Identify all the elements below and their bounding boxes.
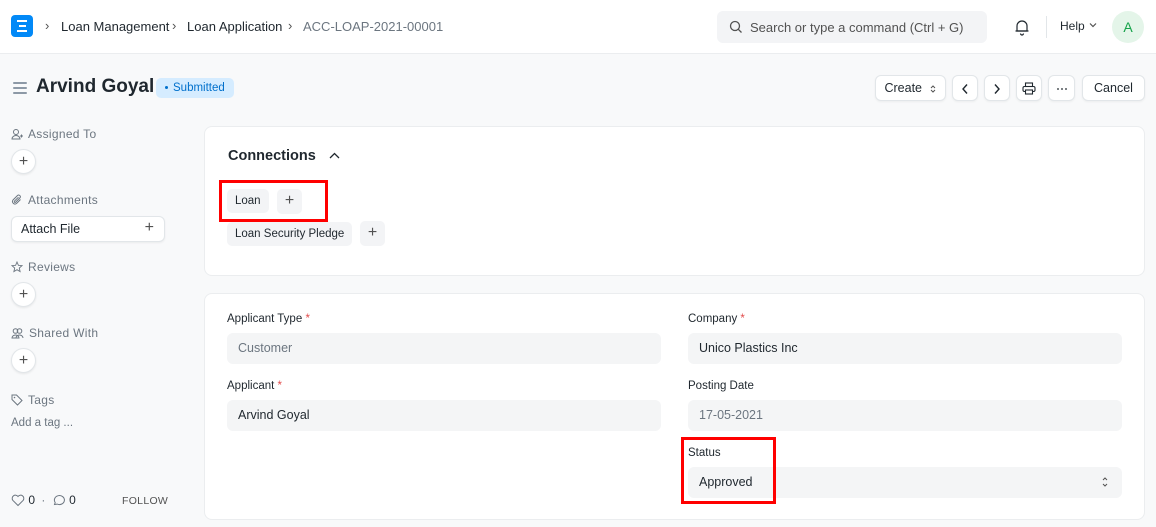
comment-icon[interactable] xyxy=(52,494,66,507)
tag-icon xyxy=(11,394,23,406)
chevron-right-icon: › xyxy=(172,18,177,33)
attach-file-button[interactable]: Attach File + xyxy=(11,216,165,242)
connections-card: Connections Loan + Loan Security Pledge … xyxy=(204,126,1145,276)
applicant-type-field[interactable]: Customer xyxy=(227,333,661,364)
required-marker: * xyxy=(277,380,282,392)
likes-count: 0 xyxy=(28,493,36,507)
connection-loan-security-pledge[interactable]: Loan Security Pledge xyxy=(227,222,353,246)
breadcrumb-loan-management[interactable]: Loan Management xyxy=(61,19,169,34)
star-icon xyxy=(10,260,24,273)
separator-dot: · xyxy=(41,493,46,507)
details-card: Applicant Type * Customer Applicant * Ar… xyxy=(204,293,1145,520)
user-plus-icon xyxy=(11,129,23,140)
navbar: › Loan Management › Loan Application › A… xyxy=(0,0,1156,54)
print-button[interactable] xyxy=(1016,75,1042,101)
paperclip-icon xyxy=(12,194,21,205)
required-marker: * xyxy=(740,313,745,325)
search-input[interactable]: Search or type a command (Ctrl + G) xyxy=(717,11,987,43)
applicant-label-text: Applicant xyxy=(227,380,275,392)
create-button-label: Create xyxy=(884,81,923,95)
chevron-left-icon xyxy=(962,83,968,94)
add-loan-security-pledge-button[interactable]: + xyxy=(360,221,385,246)
ellipsis-icon xyxy=(1056,87,1067,90)
status-select[interactable]: Approved xyxy=(688,467,1122,498)
shared-with-text: Shared With xyxy=(29,326,99,340)
heart-icon[interactable] xyxy=(11,494,25,507)
connections-title[interactable]: Connections xyxy=(228,148,316,164)
printer-icon xyxy=(1022,82,1036,95)
company-label: Company * xyxy=(688,313,745,325)
tags-text: Tags xyxy=(28,393,55,407)
posting-date-field[interactable]: 17-05-2021 xyxy=(688,400,1122,431)
status-badge: Submitted xyxy=(156,78,234,98)
app-logo[interactable] xyxy=(11,15,33,37)
shared-with-label: Shared With xyxy=(11,326,98,340)
more-actions-button[interactable] xyxy=(1048,75,1075,101)
posting-date-label: Posting Date xyxy=(688,380,754,392)
create-button[interactable]: Create xyxy=(875,75,946,101)
previous-doc-button[interactable] xyxy=(952,75,978,101)
sidebar-toggle-icon[interactable] xyxy=(13,82,27,97)
search-icon xyxy=(729,20,742,33)
divider xyxy=(1046,16,1047,38)
page-title: Arvind Goyal xyxy=(36,76,155,97)
select-arrows-icon xyxy=(930,84,935,93)
assigned-to-text: Assigned To xyxy=(28,127,97,141)
chevron-right-icon: › xyxy=(288,18,293,33)
user-avatar[interactable]: A xyxy=(1112,11,1144,43)
assigned-to-label: Assigned To xyxy=(11,127,96,141)
breadcrumb-loan-application[interactable]: Loan Application xyxy=(187,19,282,34)
connection-loan[interactable]: Loan xyxy=(227,189,269,213)
applicant-label: Applicant * xyxy=(227,380,282,392)
bell-icon[interactable] xyxy=(1014,18,1030,36)
status-badge-label: Submitted xyxy=(173,82,225,94)
users-icon xyxy=(11,328,24,339)
company-field[interactable]: Unico Plastics Inc xyxy=(688,333,1122,364)
select-arrows-icon xyxy=(1102,477,1108,487)
add-review-button[interactable]: + xyxy=(11,282,36,307)
help-menu[interactable]: Help xyxy=(1060,19,1085,33)
reviews-label: Reviews xyxy=(10,260,76,274)
chevron-right-icon: › xyxy=(45,18,50,33)
attachments-text: Attachments xyxy=(28,193,98,207)
comments-count: 0 xyxy=(69,493,76,507)
tags-label: Tags xyxy=(11,393,55,407)
reviews-text: Reviews xyxy=(28,260,76,274)
required-marker: * xyxy=(305,313,310,325)
status-select-value: Approved xyxy=(699,475,753,489)
applicant-field[interactable]: Arvind Goyal xyxy=(227,400,661,431)
attachments-label: Attachments xyxy=(11,193,98,207)
chevron-down-icon[interactable] xyxy=(1089,22,1097,28)
breadcrumb-current-doc[interactable]: ACC-LOAP-2021-00001 xyxy=(303,19,443,34)
engagement-stats: 0 · 0 xyxy=(11,493,76,507)
follow-button[interactable]: FOLLOW xyxy=(122,495,168,507)
search-placeholder: Search or type a command (Ctrl + G) xyxy=(750,20,964,35)
next-doc-button[interactable] xyxy=(984,75,1010,101)
status-label: Status xyxy=(688,447,721,459)
attach-file-label: Attach File xyxy=(21,222,81,236)
add-tag-input[interactable]: Add a tag ... xyxy=(11,417,73,429)
add-loan-button[interactable]: + xyxy=(277,189,302,214)
add-assignee-button[interactable]: + xyxy=(11,149,36,174)
cancel-button[interactable]: Cancel xyxy=(1082,75,1145,101)
add-share-button[interactable]: + xyxy=(11,348,36,373)
plus-icon: + xyxy=(144,219,154,236)
applicant-type-label-text: Applicant Type xyxy=(227,313,303,325)
applicant-type-label: Applicant Type * xyxy=(227,313,310,325)
company-label-text: Company xyxy=(688,313,738,325)
chevron-up-icon[interactable] xyxy=(329,152,340,159)
chevron-right-icon xyxy=(994,83,1000,94)
